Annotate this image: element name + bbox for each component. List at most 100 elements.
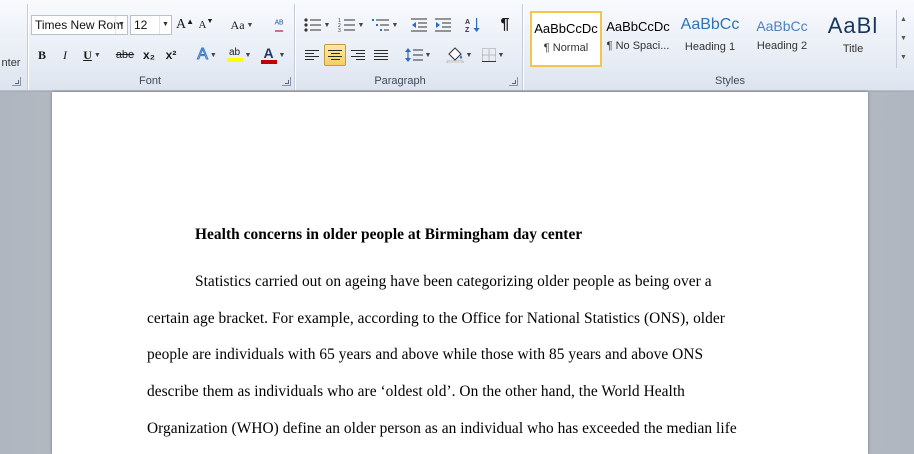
style-heading-1[interactable]: AaBbCc Heading 1 (674, 11, 746, 67)
document-text-line[interactable]: describe them as individuals who are ‘ol… (147, 383, 685, 401)
align-right-button[interactable] (347, 44, 369, 66)
style-name: Heading 1 (684, 41, 736, 53)
line-spacing-button[interactable]: ▼ (402, 44, 434, 66)
style-name: ¶ No Spaci... (606, 40, 670, 52)
style-name: Heading 2 (756, 40, 808, 52)
paste-label: nter (1, 57, 21, 69)
style-no-spacing[interactable]: AaBbCcDc ¶ No Spaci... (602, 11, 674, 67)
increase-indent-button[interactable] (432, 14, 454, 36)
borders-icon (481, 48, 496, 62)
style-sample: AaBbCc (680, 16, 740, 33)
highlight-color-bar (226, 58, 243, 62)
styles-group-label: Styles (715, 75, 745, 87)
subscript-icon: x₂ (142, 48, 155, 62)
line-spacing-icon (404, 48, 423, 62)
style-name: ¶ Normal (543, 42, 589, 54)
style-name: Title (842, 43, 864, 55)
subscript-button[interactable]: x₂ (139, 44, 159, 66)
paragraph-group-label: Paragraph (374, 75, 426, 87)
align-left-icon (305, 50, 319, 60)
chevron-up-icon[interactable]: ▲ (897, 10, 910, 29)
font-color-button[interactable]: A ▼ (258, 44, 288, 66)
shrink-font-icon: A (198, 19, 207, 31)
font-group-label: Font (138, 75, 161, 87)
text-effects-icon: A (197, 46, 209, 64)
document-area[interactable]: Health concerns in older people at Birmi… (0, 92, 914, 454)
document-text-line[interactable]: certain age bracket. For example, accord… (147, 310, 725, 328)
ribbon: nter Times New Rom ▼ 12 ▼ A ▲ A ▼ Aa ▼ ᴬᴮ B… (0, 0, 914, 91)
multilevel-list-button[interactable]: ▼ (370, 14, 400, 36)
more-styles-icon[interactable]: ▼ (897, 48, 910, 67)
align-left-button[interactable] (301, 44, 323, 66)
underline-button[interactable]: U ▼ (78, 44, 106, 66)
change-case-icon: Aa (230, 17, 245, 32)
justify-icon (374, 50, 388, 60)
grow-font-button[interactable]: A ▲ (175, 14, 195, 36)
text-effects-button[interactable]: A ▼ (194, 44, 220, 66)
strikethrough-button[interactable]: abe (113, 44, 137, 66)
svg-text:3: 3 (338, 28, 341, 32)
strikethrough-icon: abe (115, 49, 135, 61)
style-normal[interactable]: AaBbCcDc ¶ Normal (530, 11, 602, 67)
decrease-indent-icon (411, 18, 427, 32)
document-title[interactable]: Health concerns in older people at Birmi… (195, 226, 582, 244)
superscript-button[interactable]: x² (161, 44, 181, 66)
font-color-glyph: A (263, 44, 274, 61)
justify-button[interactable] (370, 44, 392, 66)
bullets-button[interactable]: ▼ (302, 14, 332, 36)
superscript-icon: x² (165, 48, 177, 62)
italic-icon: I (63, 47, 67, 62)
document-text-line[interactable]: people are individuals with 65 years and… (147, 346, 703, 364)
paint-bucket-icon (446, 47, 463, 63)
style-title[interactable]: AaBl Title (818, 11, 888, 67)
show-marks-button[interactable]: ¶ (494, 14, 516, 36)
align-center-button[interactable] (324, 44, 346, 66)
chevron-down-icon[interactable]: ▼ (159, 16, 171, 34)
style-heading-2[interactable]: AaBbCc Heading 2 (746, 11, 818, 67)
numbering-button[interactable]: 1 2 3 ▼ (336, 14, 366, 36)
sort-icon: AZ (465, 18, 480, 33)
bold-button[interactable]: B (32, 44, 52, 66)
align-right-icon (351, 50, 365, 60)
highlight-icon: ab (226, 47, 243, 62)
underline-icon: U (83, 47, 92, 62)
font-size-combo[interactable]: 12 ▼ (130, 15, 172, 35)
font-launcher-icon[interactable] (282, 77, 291, 86)
style-sample: AaBbCcDc (534, 21, 598, 36)
document-text-line[interactable]: Statistics carried out on ageing have be… (195, 273, 712, 291)
shading-button[interactable]: ▼ (444, 44, 474, 66)
paragraph-launcher-icon[interactable] (509, 77, 518, 86)
grow-font-icon: A (175, 17, 187, 32)
font-name-combo[interactable]: Times New Rom ▼ (31, 15, 128, 35)
borders-button[interactable]: ▼ (478, 44, 508, 66)
sort-button[interactable]: AZ (462, 14, 484, 36)
highlight-button[interactable]: ab ▼ (224, 44, 254, 66)
decrease-indent-button[interactable] (408, 14, 430, 36)
clipboard-launcher-icon[interactable] (12, 77, 21, 86)
chevron-down-icon[interactable]: ▼ (897, 29, 910, 48)
change-case-button[interactable]: Aa ▼ (228, 14, 256, 36)
svg-text:Z: Z (465, 27, 470, 33)
style-sample: AaBbCc (756, 18, 808, 34)
paste-button[interactable]: nter (0, 52, 22, 74)
align-center-icon (328, 50, 342, 60)
bold-icon: B (37, 47, 46, 62)
document-page[interactable]: Health concerns in older people at Birmi… (52, 92, 868, 454)
shrink-font-button[interactable]: A ▼ (196, 14, 216, 36)
font-color-bar (260, 59, 277, 64)
document-text-line[interactable]: Organization (WHO) define an older perso… (147, 420, 737, 438)
increase-indent-icon (435, 18, 451, 32)
svg-text:A: A (465, 19, 470, 26)
font-size-value: 12 (134, 18, 148, 32)
italic-button[interactable]: I (55, 44, 75, 66)
font-color-icon: A (260, 44, 277, 64)
style-sample: AaBl (827, 13, 879, 38)
chevron-down-icon[interactable]: ▼ (115, 16, 127, 34)
style-sample: AaBbCcDc (606, 19, 670, 34)
clear-formatting-button[interactable]: ᴬᴮ (268, 14, 290, 36)
bullets-icon (303, 18, 321, 32)
styles-gallery-scroll[interactable]: ▲ ▼ ▼ (896, 10, 910, 68)
highlight-glyph: ab (228, 47, 241, 58)
numbering-icon: 123 (338, 18, 355, 32)
pilcrow-icon: ¶ (500, 16, 510, 33)
